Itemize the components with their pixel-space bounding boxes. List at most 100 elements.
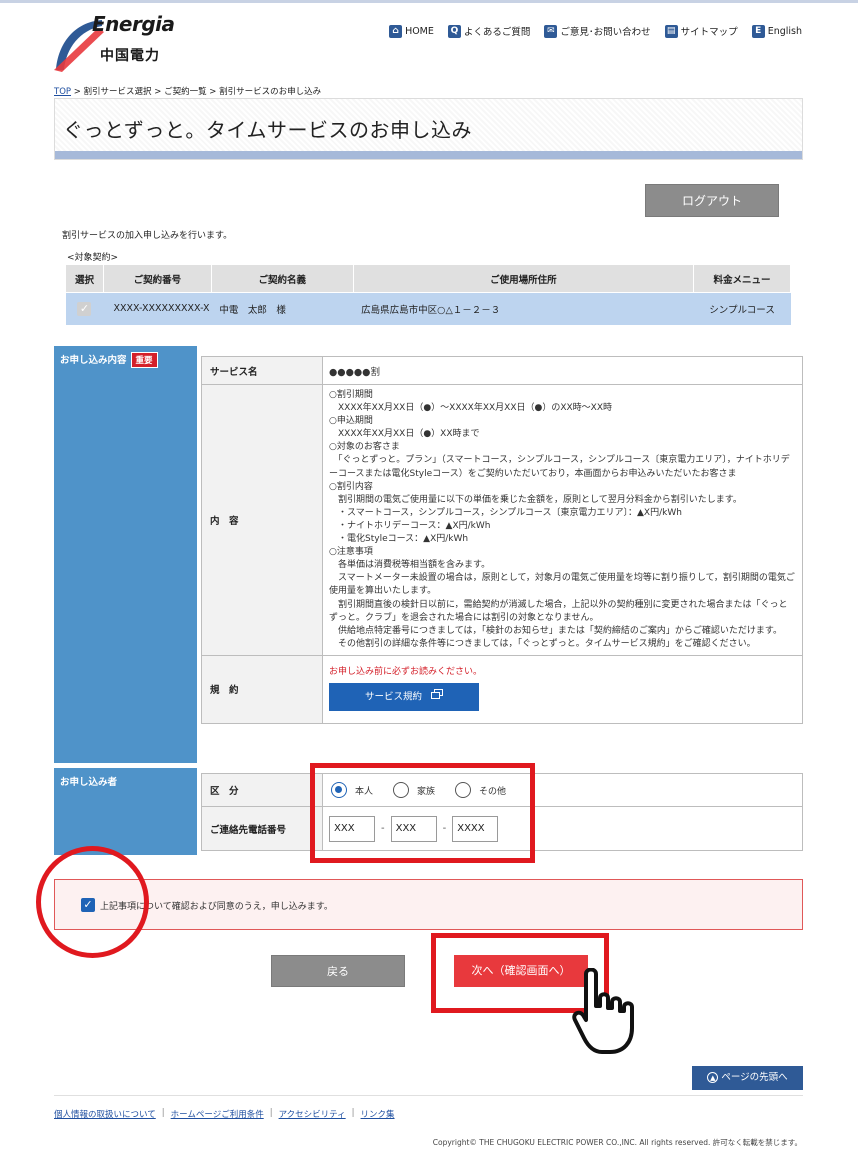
page-top-label: ページの先頭へ bbox=[721, 1072, 788, 1083]
service-terms-button-label: サービス規約 bbox=[364, 691, 422, 703]
nav-sitemap[interactable]: ▤ サイトマップ bbox=[664, 24, 738, 38]
footer-link-privacy[interactable]: 個人情報の取扱いについて bbox=[54, 1108, 156, 1120]
radio-self-indicator[interactable] bbox=[331, 782, 347, 798]
content-line: スマートメーター未設置の場合は，原則として，対象月の電気ご使用量を均等に割り振り… bbox=[329, 573, 795, 597]
content-line: ○対象のお客さま bbox=[329, 442, 400, 453]
content-line: ・電化Styleコース：▲X円/kWh bbox=[329, 534, 469, 545]
col-select: 選択 bbox=[65, 264, 104, 293]
nav-home[interactable]: ⌂ HOME bbox=[389, 24, 434, 38]
applicant-side-label: お申し込み者 bbox=[54, 768, 197, 855]
up-arrow-icon: ▲ bbox=[707, 1072, 719, 1083]
nav-english-label: English bbox=[767, 25, 802, 37]
logo-word: Energia bbox=[92, 12, 175, 36]
contract-table: 選択 ご契約番号 ご契約名義 ご使用場所住所 料金メニュー ✓ XXXX-XXX… bbox=[65, 264, 791, 325]
hand-pointer-icon bbox=[572, 968, 634, 1054]
top-navigation: ⌂ HOME Q よくあるご質問 ✉ ご意見･お問い合わせ ▤ サイトマップ E… bbox=[389, 24, 802, 38]
content-cell: ○割引期間 XXXX年XX月XX日（●）～XXXX年XX月XX日（●）のXX時～… bbox=[322, 384, 803, 656]
page-top-button[interactable]: ▲ ページの先頭へ bbox=[692, 1066, 803, 1090]
home-icon: ⌂ bbox=[389, 24, 403, 38]
footer-separator: | bbox=[269, 1108, 273, 1118]
usage-address: 広島県広島市中区○△１－２－３ bbox=[353, 292, 694, 325]
content-line: 供給地点特定番号につきましては，「検針のお知らせ」または「契約締結のご案内」から… bbox=[329, 625, 782, 636]
page-title-bar: ぐっとずっと。タイムサービスのお申し込み bbox=[54, 98, 803, 160]
mail-icon: ✉ bbox=[544, 24, 558, 38]
nav-home-label: HOME bbox=[405, 25, 434, 37]
application-table: サービス名 ●●●●●割 内 容 ○割引期間 XXXX年XX月XX日（●）～XX… bbox=[201, 356, 803, 724]
external-window-icon bbox=[431, 683, 444, 711]
footer-link-links[interactable]: リンク集 bbox=[361, 1108, 395, 1120]
nav-english[interactable]: E English bbox=[751, 24, 802, 38]
page-title: ぐっとずっと。タイムサービスのお申し込み bbox=[63, 118, 472, 142]
content-line: ・ナイトホリデーコース：▲X円/kWh bbox=[329, 520, 491, 531]
content-line: 各単価は消費税等相当額を含みます。 bbox=[329, 560, 491, 571]
intro-text: 割引サービスの加入申し込みを行います。 bbox=[62, 231, 233, 241]
title-stripe bbox=[55, 151, 802, 159]
col-address: ご使用場所住所 bbox=[352, 264, 695, 293]
content-line: 割引期間の電気ご使用量に以下の単価を乗じた金額を，原則として翌月分料金から割引い… bbox=[329, 494, 742, 505]
category-label: 区 分 bbox=[201, 773, 323, 807]
contract-number: XXXX-XXXXXXXXX-X bbox=[103, 292, 212, 325]
service-name-value: ●●●●●割 bbox=[322, 356, 803, 385]
checked-disabled-checkbox: ✓ bbox=[77, 301, 92, 316]
breadcrumb-top-link[interactable]: TOP bbox=[54, 87, 71, 97]
col-menu: 料金メニュー bbox=[693, 264, 791, 293]
radio-family-label: 家族 bbox=[417, 786, 436, 797]
content-line: 「ぐっとずっと。プラン」（スマートコース，シンプルコース，シンプルコース〔東京電… bbox=[329, 455, 790, 479]
footer-link-accessibility[interactable]: アクセシビリティ bbox=[279, 1108, 346, 1120]
nav-contact-label: ご意見･お問い合わせ bbox=[560, 27, 651, 38]
phone-label: ご連絡先電話番号 bbox=[201, 806, 323, 851]
next-confirm-button[interactable]: 次へ（確認画面へ） bbox=[454, 955, 588, 987]
table-row: ✓ XXXX-XXXXXXXXX-X 中電 太郎 様 広島県広島市中区○△１－２… bbox=[65, 292, 791, 325]
radio-other[interactable]: その他 bbox=[455, 782, 506, 798]
radio-other-indicator[interactable] bbox=[455, 782, 472, 798]
radio-family[interactable]: 家族 bbox=[393, 782, 435, 798]
applicant-table: 区 分 本人 家族 その他 ご連絡先電話番号 XXX - XXX - XXXX bbox=[201, 773, 803, 851]
annotation-circle-checkbox bbox=[36, 846, 149, 958]
phone-area-code-input[interactable]: XXX bbox=[329, 815, 375, 842]
content-line: XXXX年XX月XX日（●）XX時まで bbox=[329, 429, 480, 440]
terms-cell: お申し込み前に必ずお読みください。 サービス規約 bbox=[322, 654, 803, 724]
application-content-side-label: お申し込み内容 重要 bbox=[54, 346, 197, 763]
footer-links: 個人情報の取扱いについて | ホームページご利用条件 | アクセシビリティ | … bbox=[54, 1108, 395, 1120]
category-cell: 本人 家族 その他 bbox=[322, 773, 803, 807]
rate-menu: シンプルコース bbox=[693, 292, 791, 325]
breadcrumb-trail: > 割引サービス選択 > ご契約一覧 > 割引サービスのお申し込み bbox=[71, 87, 322, 97]
nav-faq[interactable]: Q よくあるご質問 bbox=[447, 24, 531, 38]
application-content-label: お申し込み内容 bbox=[60, 355, 127, 366]
col-name: ご契約名義 bbox=[210, 264, 354, 293]
nav-contact[interactable]: ✉ ご意見･お問い合わせ bbox=[544, 24, 651, 38]
row-select-cell: ✓ bbox=[65, 292, 104, 325]
radio-other-label: その他 bbox=[479, 786, 507, 797]
phone-number-input[interactable]: XXXX bbox=[452, 815, 499, 842]
applicant-label: お申し込み者 bbox=[60, 777, 118, 788]
terms-notice: お申し込み前に必ずお読みください。 bbox=[329, 666, 483, 677]
col-number: ご契約番号 bbox=[102, 264, 212, 293]
service-name-label: サービス名 bbox=[201, 356, 323, 385]
footer-divider bbox=[54, 1095, 803, 1096]
content-line: ○注意事項 bbox=[329, 547, 373, 558]
english-icon: E bbox=[751, 24, 765, 38]
sitemap-icon: ▤ bbox=[664, 24, 678, 38]
category-radio-group: 本人 家族 その他 bbox=[329, 776, 796, 804]
contract-table-header: 選択 ご契約番号 ご契約名義 ご使用場所住所 料金メニュー bbox=[65, 264, 791, 293]
target-contract-label: <対象契約> bbox=[67, 253, 119, 263]
radio-self[interactable]: 本人 bbox=[331, 782, 373, 798]
footer-link-terms[interactable]: ホームページご利用条件 bbox=[171, 1108, 264, 1120]
service-terms-button[interactable]: サービス規約 bbox=[329, 682, 479, 711]
back-button[interactable]: 戻る bbox=[271, 955, 405, 987]
nav-faq-label: よくあるご質問 bbox=[463, 27, 531, 38]
important-badge: 重要 bbox=[130, 352, 158, 368]
agreement-box: ✓ 上記事項について確認および同意のうえ，申し込みます。 bbox=[54, 879, 803, 930]
contract-holder: 中電 太郎 様 bbox=[211, 292, 354, 325]
radio-self-label: 本人 bbox=[355, 786, 374, 797]
terms-label: 規 約 bbox=[201, 654, 323, 724]
breadcrumb: TOP > 割引サービス選択 > ご契約一覧 > 割引サービスのお申し込み bbox=[54, 85, 321, 97]
copyright: Copyright© THE CHUGOKU ELECTRIC POWER CO… bbox=[432, 1138, 802, 1147]
top-border bbox=[0, 0, 858, 3]
content-label: 内 容 bbox=[201, 384, 323, 656]
energia-logo[interactable]: Energia 中国電力 bbox=[54, 12, 175, 72]
logout-button[interactable]: ログアウト bbox=[645, 184, 779, 217]
content-line: ・スマートコース，シンプルコース，シンプルコース〔東京電力エリア〕：▲X円/kW… bbox=[329, 507, 682, 518]
phone-exchange-input[interactable]: XXX bbox=[390, 815, 437, 842]
radio-family-indicator[interactable] bbox=[393, 782, 410, 798]
